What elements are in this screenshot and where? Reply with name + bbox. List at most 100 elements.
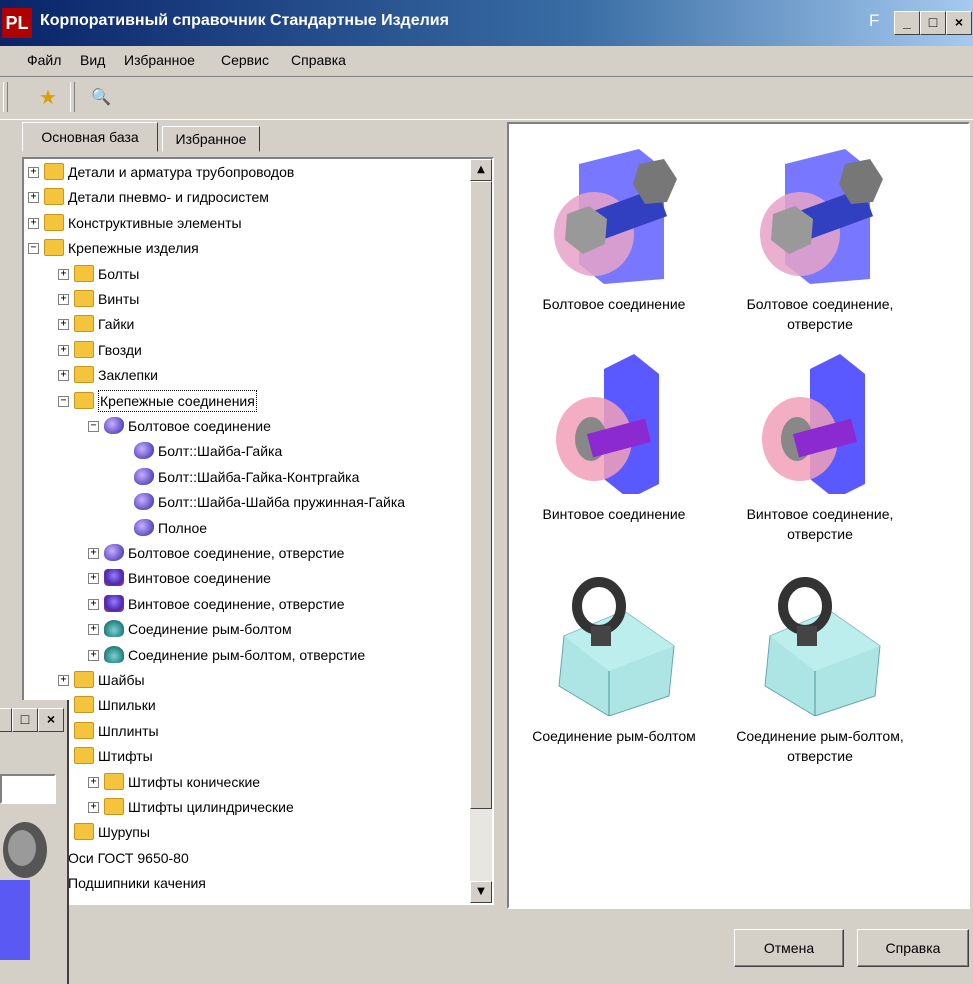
bolt-connection-icon <box>134 493 154 511</box>
tree-item-label: Штифты цилиндрические <box>128 799 294 815</box>
toolbar-grip[interactable] <box>70 82 75 112</box>
tree-item-label: Гвозди <box>98 341 142 358</box>
gallery-tile[interactable]: Болтовое соединение, отверстие <box>717 144 923 334</box>
folder-icon <box>74 340 94 358</box>
expand-icon[interactable]: + <box>88 598 99 610</box>
expand-icon[interactable]: + <box>28 192 39 204</box>
gallery-tile-label: Болтовое соединение, отверстие <box>746 296 894 332</box>
gallery-tile[interactable]: Винтовое соединение, отверстие <box>717 354 923 544</box>
eye-connection-image <box>549 576 679 717</box>
bolt-connection-icon <box>134 442 154 460</box>
folder-icon <box>74 823 94 841</box>
gallery-tile-label: Винтовое соединение, отверстие <box>746 506 894 542</box>
gallery-tile[interactable]: Винтовое соединение <box>511 354 717 524</box>
folder-icon <box>74 315 94 333</box>
screw-connection-image <box>549 354 679 499</box>
expand-icon[interactable]: + <box>28 217 39 229</box>
tree-item-label: Гайки <box>98 316 135 333</box>
expand-icon[interactable]: + <box>58 370 69 382</box>
menu-favorites[interactable]: Избранное <box>124 52 195 68</box>
background-window[interactable]: □ × <box>0 700 69 984</box>
expand-icon[interactable]: + <box>88 548 99 559</box>
close-button[interactable]: × <box>946 11 972 35</box>
toolbar-grip[interactable] <box>3 82 8 112</box>
tree-item-label: Конструктивные элементы <box>68 214 242 231</box>
binoculars-icon[interactable]: 🔍 <box>86 82 116 112</box>
bolt-connection-icon <box>104 417 124 434</box>
tree-item-label: Заклепки <box>98 367 159 384</box>
gallery-tile-label: Болтовое соединение <box>542 296 686 312</box>
tree-item-label: Шурупы <box>98 824 150 841</box>
menu-help[interactable]: Справка <box>291 52 346 68</box>
expand-icon[interactable]: + <box>88 802 99 813</box>
folder-icon <box>74 671 94 688</box>
tree-item-label: Крепежные изделия <box>68 240 199 257</box>
expand-icon[interactable]: + <box>88 573 99 585</box>
bg-window-preview-image <box>0 822 47 960</box>
bg-window-close-button[interactable]: × <box>38 708 64 732</box>
tree-item-label: Болтовое соединение, отверстие <box>128 545 345 561</box>
expand-icon[interactable]: + <box>58 344 69 356</box>
bg-window-maximize-button[interactable]: □ <box>12 708 38 732</box>
tab-favorites[interactable]: Избранное <box>162 126 260 152</box>
tree-item-label: Шпильки <box>98 697 156 714</box>
gallery-tile[interactable]: Соединение рым-болтом <box>511 576 717 746</box>
add-favorite-icon[interactable]: ★ <box>33 82 63 112</box>
bolt-connection-image <box>549 144 679 284</box>
folder-icon <box>104 772 124 790</box>
preview-gallery: Болтовое соединение Болтовое соединение, … <box>507 122 970 909</box>
folder-icon <box>74 391 94 409</box>
help-button[interactable]: Справка <box>857 929 969 967</box>
tree-item-label: Соединение рым-болтом, отверстие <box>128 646 366 663</box>
expand-icon[interactable]: + <box>88 624 99 636</box>
tab-main-base[interactable]: Основная база <box>22 122 158 152</box>
maximize-button[interactable]: □ <box>920 11 946 35</box>
expand-icon[interactable]: + <box>58 319 69 331</box>
screw-connection-icon <box>104 594 124 612</box>
bolt-connection-icon <box>134 467 154 485</box>
tree-item-label: Болты <box>98 265 140 282</box>
expand-icon[interactable]: + <box>88 776 99 788</box>
bg-window-minimize-button[interactable] <box>0 708 12 732</box>
expand-icon[interactable]: + <box>88 649 99 661</box>
menu-service[interactable]: Сервис <box>221 52 269 68</box>
expand-icon[interactable]: + <box>28 167 39 178</box>
menu-bar: Файл Вид Избранное Сервис Справка <box>0 46 973 74</box>
tree-item-label: Крепежные соединения <box>98 389 257 412</box>
folder-icon <box>44 239 64 257</box>
expand-icon[interactable]: + <box>58 268 69 280</box>
tree-item-label: Болт::Шайба-Шайба пружинная-Гайка <box>158 494 406 511</box>
menu-file[interactable]: Файл <box>27 52 61 68</box>
collapse-icon[interactable]: − <box>88 421 99 432</box>
gallery-tile[interactable]: Болтовое соединение <box>511 144 717 314</box>
window-title: Корпоративный справочник Стандартные Изд… <box>40 12 449 29</box>
catalog-tree[interactable]: + Детали и арматура трубопроводов + Детали … <box>22 157 494 905</box>
bg-window-input[interactable] <box>0 774 56 804</box>
folder-icon <box>74 721 94 739</box>
eyebolt-connection-icon <box>104 645 124 663</box>
gallery-tile[interactable]: Соединение рым-болтом, отверстие <box>717 576 923 766</box>
expand-icon[interactable]: + <box>58 675 69 686</box>
cancel-button[interactable]: Отмена <box>734 929 844 967</box>
tree-item-label: Соединение рым-болтом <box>128 621 292 638</box>
folder-icon <box>104 798 124 815</box>
tree-item-label: Винтовое соединение <box>128 570 271 587</box>
bolt-connection-icon <box>104 544 124 561</box>
folder-icon <box>74 747 94 765</box>
minimize-button[interactable]: _ <box>894 11 920 35</box>
tree-item-label: Штифты конические <box>128 773 261 790</box>
collapse-icon[interactable]: − <box>58 395 69 407</box>
tree-item-label: Штифты <box>98 748 153 765</box>
collapse-icon[interactable]: − <box>28 243 39 255</box>
scroll-down-icon[interactable]: ▼ <box>470 881 492 903</box>
tree-item-label: Шплинты <box>98 722 159 739</box>
tree-item-label: Детали пневмо- и гидросистем <box>68 189 269 206</box>
folder-icon <box>74 290 94 307</box>
folder-icon <box>74 366 94 384</box>
expand-icon[interactable]: + <box>58 294 69 305</box>
scroll-up-icon[interactable]: ▲ <box>470 159 492 181</box>
bolt-connection-image <box>755 144 885 284</box>
tree-item-label: Винты <box>98 291 140 307</box>
scroll-thumb[interactable] <box>470 181 492 809</box>
menu-view[interactable]: Вид <box>80 52 105 68</box>
